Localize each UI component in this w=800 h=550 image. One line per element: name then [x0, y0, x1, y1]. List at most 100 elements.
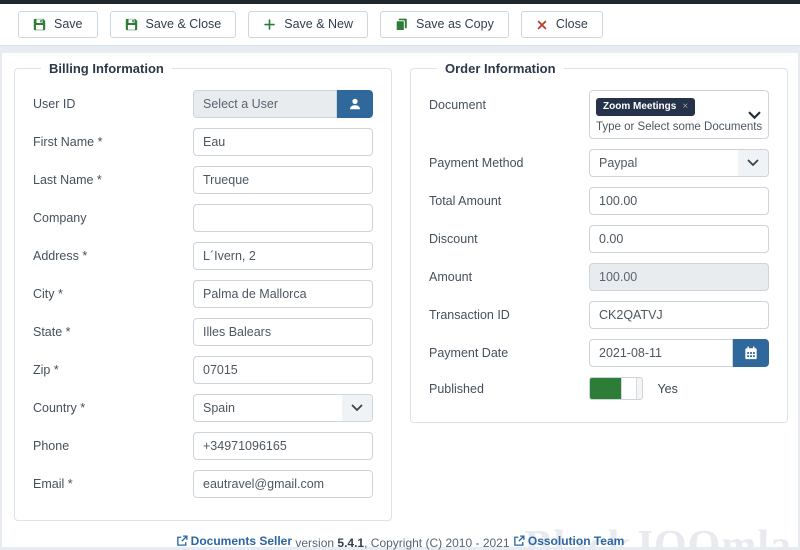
footer: BlackJOOmla Documents Seller version 5.4…: [14, 530, 786, 550]
user-id-label: User ID: [33, 97, 193, 111]
footer-version-number: 5.4.1: [337, 536, 364, 550]
phone-label: Phone: [33, 439, 193, 453]
save-new-button[interactable]: Save & New: [248, 11, 368, 38]
payment-method-select[interactable]: Paypal: [589, 149, 769, 177]
save-close-button[interactable]: Save & Close: [110, 11, 237, 38]
toggle-knob: [621, 378, 637, 399]
document-placeholder: Type or Select some Documents: [596, 121, 762, 133]
country-row: Country * Spain: [33, 394, 373, 422]
save-new-button-label: Save & New: [284, 18, 353, 31]
calendar-icon: [744, 346, 758, 360]
remove-tag-icon[interactable]: ×: [682, 102, 688, 112]
first-name-input[interactable]: [193, 128, 373, 156]
phone-input[interactable]: [193, 432, 373, 460]
documents-seller-link-label: Documents Seller: [191, 534, 292, 548]
address-label: Address *: [33, 249, 193, 263]
phone-row: Phone: [33, 432, 373, 460]
first-name-row: First Name *: [33, 128, 373, 156]
document-multiselect[interactable]: Zoom Meetings × Type or Select some Docu…: [589, 90, 769, 139]
footer-copyright-text: , Copyright (C) 2010 - 2021: [364, 536, 509, 550]
last-name-input[interactable]: [193, 166, 373, 194]
toggle-on-segment: [590, 378, 621, 399]
document-tag-label: Zoom Meetings: [603, 102, 676, 112]
save-button[interactable]: Save: [18, 11, 98, 38]
city-label: City *: [33, 287, 193, 301]
payment-date-input[interactable]: [589, 339, 733, 367]
save-copy-button[interactable]: Save as Copy: [380, 11, 509, 38]
save-icon: [33, 18, 46, 31]
published-value: Yes: [657, 382, 677, 396]
total-amount-row: Total Amount: [429, 187, 769, 215]
payment-date-row: Payment Date: [429, 339, 769, 367]
close-button-label: Close: [556, 18, 588, 31]
user-id-input: [193, 90, 337, 118]
toolbar: Save Save & Close Save & New Save as Cop…: [0, 4, 800, 46]
user-id-row: User ID: [33, 90, 373, 118]
footer-text: Documents Seller version 5.4.1, Copyrigh…: [14, 530, 786, 550]
ossolution-team-link-label: Ossolution Team: [528, 534, 624, 548]
order-legend: Order Information: [437, 61, 564, 76]
company-label: Company: [33, 211, 193, 225]
user-icon: [348, 97, 362, 111]
save-button-label: Save: [54, 18, 83, 31]
chevron-down-icon: [748, 111, 761, 120]
company-input[interactable]: [193, 204, 373, 232]
address-row: Address *: [33, 242, 373, 270]
discount-input[interactable]: [589, 225, 769, 253]
company-row: Company: [33, 204, 373, 232]
close-button[interactable]: Close: [521, 11, 603, 38]
chevron-down-icon: [342, 395, 372, 421]
external-link-icon: [176, 535, 188, 547]
total-amount-input[interactable]: [589, 187, 769, 215]
discount-row: Discount: [429, 225, 769, 253]
state-row: State *: [33, 318, 373, 346]
payment-method-label: Payment Method: [429, 156, 589, 170]
save-close-button-label: Save & Close: [146, 18, 222, 31]
email-row: Email *: [33, 470, 373, 498]
save-copy-button-label: Save as Copy: [416, 18, 494, 31]
documents-seller-link[interactable]: Documents Seller: [176, 534, 292, 548]
copy-icon: [395, 18, 408, 31]
transaction-id-label: Transaction ID: [429, 308, 589, 322]
zip-row: Zip *: [33, 356, 373, 384]
last-name-row: Last Name *: [33, 166, 373, 194]
last-name-label: Last Name *: [33, 173, 193, 187]
city-row: City *: [33, 280, 373, 308]
published-label: Published: [429, 382, 589, 396]
document-row: Document Zoom Meetings × Type or Select …: [429, 90, 769, 139]
close-icon: [536, 19, 548, 31]
published-row: Published Yes: [429, 377, 769, 400]
total-amount-label: Total Amount: [429, 194, 589, 208]
first-name-label: First Name *: [33, 135, 193, 149]
ossolution-team-link[interactable]: Ossolution Team: [513, 534, 624, 548]
external-link-icon: [513, 535, 525, 547]
country-select[interactable]: Spain: [193, 394, 373, 422]
state-label: State *: [33, 325, 193, 339]
published-toggle[interactable]: [589, 377, 643, 400]
address-input[interactable]: [193, 242, 373, 270]
transaction-id-input[interactable]: [589, 301, 769, 329]
amount-row: Amount: [429, 263, 769, 291]
calendar-button[interactable]: [733, 339, 769, 367]
payment-method-row: Payment Method Paypal: [429, 149, 769, 177]
city-input[interactable]: [193, 280, 373, 308]
zip-input[interactable]: [193, 356, 373, 384]
save-icon: [125, 18, 138, 31]
state-input[interactable]: [193, 318, 373, 346]
footer-version-text: version: [295, 536, 334, 550]
amount-input: [589, 263, 769, 291]
billing-panel: Billing Information User ID First Name *…: [14, 61, 392, 521]
email-input[interactable]: [193, 470, 373, 498]
document-label: Document: [429, 90, 589, 112]
email-label: Email *: [33, 477, 193, 491]
order-panel: Order Information Document Zoom Meetings…: [410, 61, 788, 423]
amount-label: Amount: [429, 270, 589, 284]
document-tag: Zoom Meetings ×: [596, 98, 695, 116]
discount-label: Discount: [429, 232, 589, 246]
plus-icon: [263, 18, 276, 31]
billing-legend: Billing Information: [41, 61, 172, 76]
form-panels: Billing Information User ID First Name *…: [14, 61, 786, 521]
select-user-button[interactable]: [337, 90, 373, 118]
zip-label: Zip *: [33, 363, 193, 377]
country-label: Country *: [33, 401, 193, 415]
